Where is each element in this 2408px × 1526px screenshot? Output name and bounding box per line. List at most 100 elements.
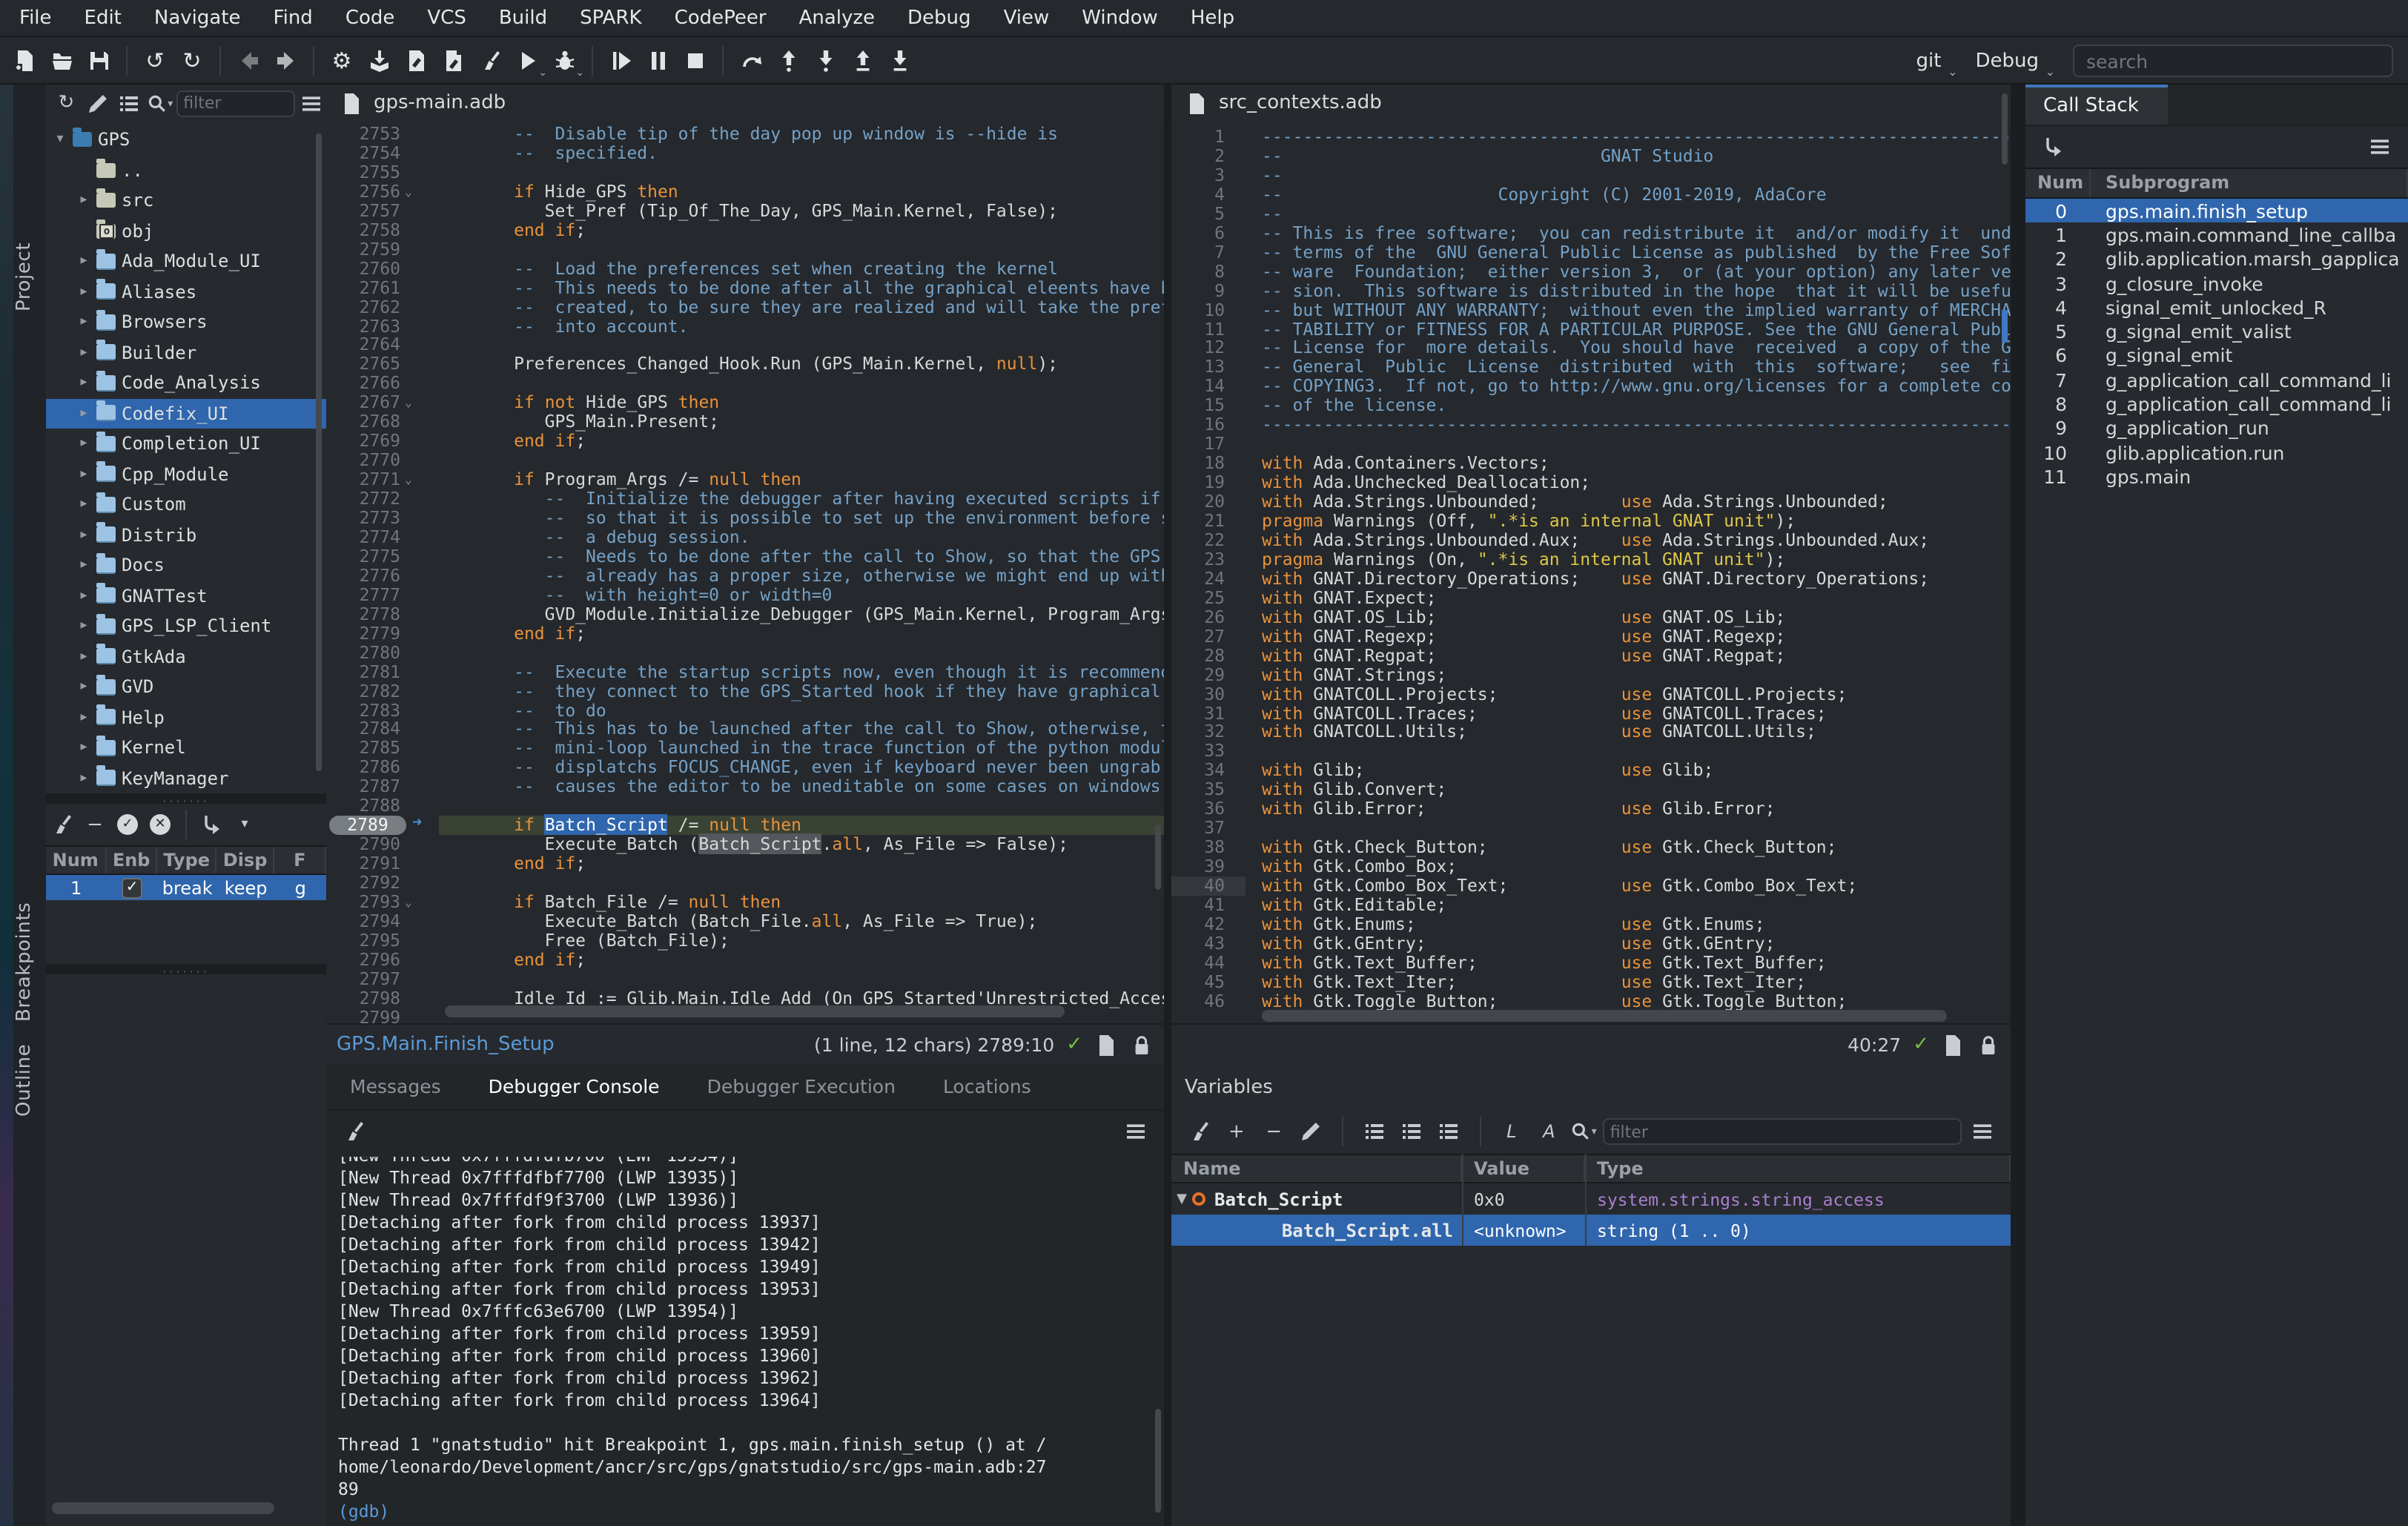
variable-row-batch_script[interactable]: ▼ Batch_Script 0x0 system.strings.string_ac… bbox=[1171, 1183, 2011, 1215]
console-vscrollbar[interactable] bbox=[1155, 1409, 1161, 1513]
line-number[interactable]: 2783 bbox=[326, 700, 400, 720]
tree-item-browsers[interactable]: ▸ Browsers bbox=[46, 307, 326, 337]
bp-column-enb[interactable]: Enb bbox=[106, 847, 158, 873]
debug-step-icon[interactable] bbox=[807, 41, 844, 79]
edit-variable-icon[interactable] bbox=[1296, 1115, 1328, 1148]
menu-codepeer[interactable]: CodePeer bbox=[658, 0, 783, 36]
line-number[interactable]: 2764 bbox=[326, 335, 400, 355]
line-number[interactable]: 2770 bbox=[326, 450, 400, 470]
tree-item-completion_ui[interactable]: ▸ Completion_UI bbox=[46, 429, 326, 459]
tree-item-help[interactable]: ▸ Help bbox=[46, 702, 326, 733]
code-line-12[interactable]: 12 -- License for more details. You shoul… bbox=[1171, 338, 2011, 358]
expander-icon[interactable]: ▸ bbox=[77, 741, 90, 756]
code-line-2785[interactable]: 2785 -- mini-loop launched in the trace … bbox=[326, 739, 1164, 759]
code-line-23[interactable]: 23 pragma Warnings (On, ".*is an internal… bbox=[1171, 549, 2011, 569]
project-scrollbar[interactable] bbox=[316, 133, 322, 771]
tree-item-..[interactable]: .. bbox=[46, 155, 326, 185]
clear-console-icon[interactable] bbox=[338, 1115, 371, 1148]
bp-column-f[interactable]: F bbox=[275, 847, 326, 873]
callstack-frame-8[interactable]: 8 g_application_call_command_li bbox=[2025, 392, 2408, 417]
tree-item-docs[interactable]: ▸ Docs bbox=[46, 550, 326, 581]
line-number[interactable]: 2796 bbox=[326, 950, 400, 970]
local-variables-icon[interactable]: L bbox=[1496, 1115, 1528, 1148]
code-line-2[interactable]: 2 -- GNAT Studio -- bbox=[1171, 146, 2011, 166]
line-number[interactable]: 2793 bbox=[326, 892, 400, 912]
console-tab-debugger-console[interactable]: Debugger Console bbox=[465, 1065, 684, 1109]
code-line-35[interactable]: 35 with Glib.Convert; bbox=[1171, 780, 2011, 800]
line-number[interactable]: 2762 bbox=[326, 297, 400, 317]
menu-edit[interactable]: Edit bbox=[68, 0, 138, 36]
tree-item-keymanager[interactable]: ▸ KeyManager bbox=[46, 763, 326, 793]
code-line-9[interactable]: 9 -- sion. This software is distributed i… bbox=[1171, 280, 2011, 300]
line-number[interactable]: 2773 bbox=[326, 508, 400, 528]
code-line-40[interactable]: 40 with Gtk.Combo_Box_Text; use Gtk.Combo… bbox=[1171, 876, 2011, 896]
expander-icon[interactable]: ▸ bbox=[77, 406, 90, 421]
line-number[interactable]: 27 bbox=[1171, 626, 1225, 646]
remove-breakpoint-icon[interactable]: − bbox=[79, 808, 111, 841]
menu-analyze[interactable]: Analyze bbox=[783, 0, 891, 36]
back-icon[interactable] bbox=[230, 41, 267, 79]
menu-debug[interactable]: Debug bbox=[891, 0, 988, 36]
remove-variable-icon[interactable]: − bbox=[1258, 1115, 1290, 1148]
code-line-2793[interactable]: 2793 ⌄ if Batch_File /= null then bbox=[326, 892, 1164, 912]
callstack-frame-4[interactable]: 4 signal_emit_unlocked_R bbox=[2025, 295, 2408, 320]
editor1-hscrollbar[interactable] bbox=[445, 1005, 1065, 1017]
line-number[interactable]: 2758 bbox=[326, 220, 400, 240]
splitter[interactable]: ······· bbox=[46, 793, 326, 808]
console-output[interactable]: [New Thread 0x7fffdfdfb700 (LWP 13934)] … bbox=[338, 1157, 1149, 1526]
tree-item-cpp_module[interactable]: ▸ Cpp_Module bbox=[46, 459, 326, 489]
code-line-2791[interactable]: 2791 end if; bbox=[326, 853, 1164, 873]
line-number[interactable]: 41 bbox=[1171, 895, 1225, 915]
line-number[interactable]: 43 bbox=[1171, 934, 1225, 954]
variables-filter-input[interactable] bbox=[1602, 1118, 1962, 1145]
line-number[interactable]: 14 bbox=[1171, 377, 1225, 397]
tab-project[interactable]: Project bbox=[13, 188, 46, 366]
editor1-code-area[interactable]: 2753 -- Disable tip of the day pop up wi… bbox=[326, 122, 1164, 1023]
clean-icon[interactable] bbox=[472, 41, 509, 79]
variables-column-name[interactable]: Name bbox=[1171, 1155, 1462, 1182]
code-line-39[interactable]: 39 with Gtk.Combo_Box; bbox=[1171, 856, 2011, 876]
tree-item-gnattest[interactable]: ▸ GNATTest bbox=[46, 581, 326, 611]
flat-view-icon[interactable] bbox=[116, 87, 145, 119]
code-line-6[interactable]: 6 -- This is free software; you can redis… bbox=[1171, 223, 2011, 243]
line-number[interactable]: 2791 bbox=[326, 853, 400, 873]
panel-menu-icon[interactable] bbox=[1968, 1115, 2000, 1148]
tree-item-ada_module_ui[interactable]: ▸ Ada_Module_UI bbox=[46, 246, 326, 277]
expander-icon[interactable]: ▸ bbox=[77, 194, 90, 208]
expander-icon[interactable]: ▸ bbox=[77, 285, 90, 300]
tree-item-obj[interactable]: obj bbox=[46, 216, 326, 246]
line-number[interactable]: 7 bbox=[1171, 242, 1225, 262]
code-line-2773[interactable]: 2773 -- so that it is possible to set up… bbox=[326, 508, 1164, 528]
code-line-2781[interactable]: 2781 -- Execute the startup scripts now,… bbox=[326, 661, 1164, 681]
line-number[interactable]: 28 bbox=[1171, 645, 1225, 665]
frame-down-icon[interactable] bbox=[881, 41, 918, 79]
panel-menu-icon[interactable] bbox=[297, 87, 326, 119]
install-icon[interactable] bbox=[360, 41, 397, 79]
line-number[interactable]: 39 bbox=[1171, 856, 1225, 876]
code-line-10[interactable]: 10 -- but WITHOUT ANY WARRANTY; without e… bbox=[1171, 300, 2011, 320]
code-line-33[interactable]: 33 bbox=[1171, 741, 2011, 762]
panel-menu-icon[interactable] bbox=[1119, 1115, 1152, 1148]
debug-finish-icon[interactable] bbox=[770, 41, 807, 79]
line-number[interactable]: 13 bbox=[1171, 357, 1225, 377]
line-number[interactable]: 16 bbox=[1171, 415, 1225, 435]
bp-column-num[interactable]: Num bbox=[46, 847, 107, 873]
code-line-2756[interactable]: 2756 ⌄ if Hide_GPS then bbox=[326, 182, 1164, 202]
line-number[interactable]: 18 bbox=[1171, 453, 1225, 473]
clear-variables-icon[interactable] bbox=[1183, 1115, 1215, 1148]
expander-icon[interactable]: ▸ bbox=[77, 376, 90, 391]
line-number[interactable]: 42 bbox=[1171, 914, 1225, 934]
line-number[interactable]: 25 bbox=[1171, 588, 1225, 608]
menu-find[interactable]: Find bbox=[257, 0, 329, 36]
tree-item-codefix_ui[interactable]: ▸ Codefix_UI bbox=[46, 398, 326, 429]
panel-menu-icon[interactable] bbox=[2364, 131, 2396, 163]
line-number[interactable]: 2769 bbox=[326, 431, 400, 451]
code-line-41[interactable]: 41 with Gtk.Editable; bbox=[1171, 895, 2011, 915]
line-number[interactable]: 2757 bbox=[326, 201, 400, 221]
code-line-16[interactable]: 16 --------------------------------------… bbox=[1171, 415, 2011, 435]
debug-pause-icon[interactable] bbox=[639, 41, 676, 79]
code-line-22[interactable]: 22 with Ada.Strings.Unbounded.Aux; use Ad… bbox=[1171, 530, 2011, 550]
callstack-frame-3[interactable]: 3 g_closure_invoke bbox=[2025, 271, 2408, 296]
bp-column-type[interactable]: Type bbox=[158, 847, 217, 873]
forward-icon[interactable] bbox=[267, 41, 304, 79]
